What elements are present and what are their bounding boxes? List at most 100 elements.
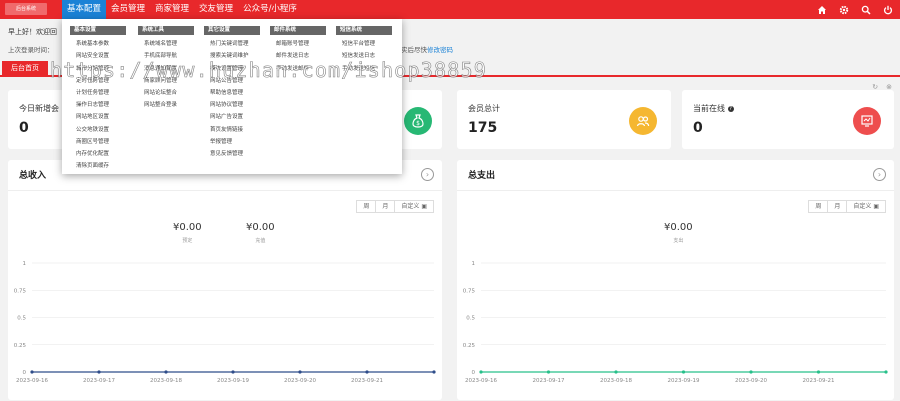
y-tick-label: 0.75 <box>14 288 27 294</box>
menu-item[interactable]: 网站论坛整合 <box>138 88 194 96</box>
menu-item[interactable]: 系统域名管理 <box>138 39 194 47</box>
top-bar: 后台系统 基本配置 会员管理 商家管理 交友管理 公众号/小程序 <box>0 0 900 19</box>
menu-column-heading: 邮件系统 <box>270 26 326 35</box>
data-point <box>231 370 235 374</box>
x-tick-label: 2023-09-20 <box>284 378 316 384</box>
y-tick-label: 0 <box>472 370 476 376</box>
y-tick-label: 1 <box>472 261 476 267</box>
y-tick-label: 0 <box>23 370 27 376</box>
data-point <box>614 370 618 374</box>
stat-value: 0 <box>693 120 703 136</box>
menu-item[interactable]: 举报管理 <box>204 137 260 145</box>
menu-item[interactable]: 内存优化配置 <box>70 149 126 157</box>
home-icon[interactable] <box>816 4 828 16</box>
data-point <box>816 370 821 374</box>
data-point <box>681 370 686 374</box>
stat-value: 175 <box>468 120 498 136</box>
menu-item[interactable]: 系统基本参数 <box>70 39 126 47</box>
x-tick-label: 2023-09-16 <box>16 378 48 384</box>
password-notice: 实后尽快修改密码 <box>401 44 453 54</box>
menu-item[interactable]: 热门关键词管理 <box>204 39 260 47</box>
y-tick-label: 1 <box>23 261 27 267</box>
info-icon[interactable]: ? <box>727 105 734 112</box>
svg-text:$: $ <box>416 120 420 127</box>
x-tick-label: 2023-09-20 <box>735 378 767 384</box>
data-point <box>749 370 753 374</box>
menu-item[interactable]: 计划任务管理 <box>70 88 126 96</box>
basic-config-dropdown: 基本设置 系统基本参数 网站安全设置 城市分站管理 定时任务管理 计划任务管理 操作日志管理… <box>62 19 402 174</box>
data-point <box>97 370 101 374</box>
logo[interactable]: 后台系统 <box>5 3 47 15</box>
menu-column: 基本设置 系统基本参数 网站安全设置 城市分站管理 定时任务管理 计划任务管理 操作日志管理… <box>70 26 126 169</box>
x-tick-label: 2023-09-18 <box>600 378 632 384</box>
nav-basic-config[interactable]: 基本配置 <box>62 0 107 19</box>
y-tick-label: 0.25 <box>463 343 476 349</box>
main-nav: 基本配置 会员管理 商家管理 交友管理 公众号/小程序 <box>62 0 302 19</box>
income-panel: 总收入 › 周 月 自定义 ▣ ¥0.00 预定 ¥0.00 充值 1 0.75 0… <box>8 160 442 400</box>
data-point <box>546 370 551 374</box>
x-tick-label: 2023-09-16 <box>465 378 497 384</box>
gear-icon[interactable] <box>838 4 850 16</box>
data-point <box>30 370 34 374</box>
menu-item[interactable]: 短信平台管理 <box>336 39 392 47</box>
x-tick-label: 2023-09-18 <box>150 378 182 384</box>
menu-item[interactable]: 网站广告设置 <box>204 112 260 120</box>
menu-column: 其它设置 热门关键词管理 搜索关键词维护 模块设置管理 网站公告管理 帮助信息管理 网站协议… <box>204 26 260 157</box>
y-tick-label: 0.25 <box>14 343 27 349</box>
nav-merchant-management[interactable]: 商家管理 <box>150 0 194 19</box>
y-tick-label: 0.5 <box>17 316 26 322</box>
menu-item[interactable]: 首页友情链接 <box>204 125 260 133</box>
x-tick-label: 2023-09-19 <box>217 378 249 384</box>
x-tick-label: 2023-09-21 <box>803 378 835 384</box>
menu-item[interactable]: 清除页面缓存 <box>70 161 126 169</box>
menu-item[interactable]: 商圈区号管理 <box>70 137 126 145</box>
expense-line-chart: 1 0.75 0.5 0.25 0 2023-09-16 2023-09-17 2023-09… <box>463 261 888 384</box>
x-tick-label: 2023-09-19 <box>668 378 700 384</box>
stat-label: 今日新增会 <box>19 104 59 113</box>
menu-item[interactable]: 公交地铁设置 <box>70 125 126 133</box>
money-bag-icon: $ <box>404 107 432 135</box>
stat-label: 当前在线 ? <box>693 103 734 114</box>
menu-column-heading: 短信系统 <box>336 26 392 35</box>
stat-label: 会员总计 <box>468 104 500 113</box>
power-icon[interactable] <box>882 4 894 16</box>
nav-wechat-miniprogram[interactable]: 公众号/小程序 <box>238 0 302 19</box>
y-tick-label: 0.5 <box>466 316 475 322</box>
last-login-time: 上次登录时间： <box>8 46 54 54</box>
menu-item[interactable]: 网站地区设置 <box>70 112 126 120</box>
stat-card-online: 当前在线 ? 0 <box>682 90 894 149</box>
data-point <box>365 370 369 374</box>
data-point <box>884 370 888 374</box>
welcome-greeting: 早上好！欢迎回 <box>8 28 57 36</box>
data-point <box>432 370 436 374</box>
menu-item[interactable]: 意见反馈管理 <box>204 149 260 157</box>
stat-card-total-members: 会员总计 175 <box>457 90 671 149</box>
menu-item[interactable]: 网站整合登录 <box>138 100 194 108</box>
menu-column-heading: 基本设置 <box>70 26 126 35</box>
tab-home[interactable]: 后台首页 <box>2 61 48 76</box>
search-icon[interactable] <box>860 4 872 16</box>
menu-item[interactable]: 帮助信息管理 <box>204 88 260 96</box>
stat-value: 0 <box>19 120 29 136</box>
x-tick-label: 2023-09-21 <box>351 378 383 384</box>
menu-item[interactable]: 操作日志管理 <box>70 100 126 108</box>
data-point <box>298 370 302 374</box>
password-notice-text: 实后尽快 <box>401 46 427 54</box>
data-point <box>164 370 168 374</box>
watermark: https://www.huzhan.com/ishop38859 <box>50 58 487 83</box>
menu-column-heading: 其它设置 <box>204 26 260 35</box>
nav-member-management[interactable]: 会员管理 <box>106 0 150 19</box>
nav-dating-management[interactable]: 交友管理 <box>194 0 238 19</box>
x-tick-label: 2023-09-17 <box>533 378 565 384</box>
menu-item[interactable]: 网站协议管理 <box>204 100 260 108</box>
change-password-link[interactable]: 修改密码 <box>427 46 453 54</box>
data-point <box>479 370 483 374</box>
menu-item[interactable]: 邮箱账号管理 <box>270 39 326 47</box>
monitor-icon <box>853 107 881 135</box>
y-tick-label: 0.75 <box>463 288 476 294</box>
menu-column-heading: 系统工具 <box>138 26 194 35</box>
stat-label-text: 当前在线 <box>693 104 725 113</box>
expense-panel: 总支出 › 周 月 自定义 ▣ ¥0.00 支出 1 0.75 0.5 0.25 0 20… <box>457 160 894 400</box>
users-icon <box>629 107 657 135</box>
income-line-chart: 1 0.75 0.5 0.25 0 2023-09-16 2023-09-17 2023-09… <box>14 261 436 384</box>
